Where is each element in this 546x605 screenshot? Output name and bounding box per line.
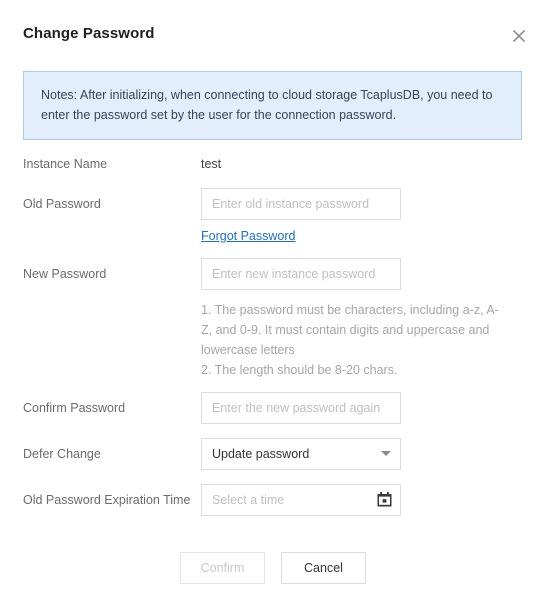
new-password-label: New Password (23, 267, 107, 281)
dialog-footer: Confirm Cancel (0, 552, 546, 584)
close-icon[interactable] (508, 25, 530, 47)
instance-name-label: Instance Name (23, 157, 108, 171)
instance-name-field: test (201, 148, 546, 180)
row-confirm-password: Confirm Password (0, 392, 546, 424)
calendar-icon[interactable] (377, 492, 392, 507)
password-hint-line-2: 2. The length should be 8-20 chars. (201, 363, 398, 377)
old-password-label: Old Password (23, 197, 101, 211)
confirm-button[interactable]: Confirm (180, 552, 265, 584)
notice-text: Notes: After initializing, when connecti… (41, 88, 493, 122)
defer-change-label: Defer Change (23, 447, 101, 461)
forgot-password-link[interactable]: Forgot Password (201, 229, 295, 243)
row-expiration-time: Old Password Expiration Time (0, 484, 546, 516)
expiration-time-picker[interactable] (201, 484, 401, 516)
password-hint-line-1: 1. The password must be characters, incl… (201, 303, 499, 357)
change-password-dialog: Change Password Notes: After initializin… (0, 0, 546, 605)
confirm-password-label: Confirm Password (23, 401, 126, 415)
confirm-password-field (201, 392, 546, 424)
row-instance-name: Instance Name test (0, 148, 546, 180)
old-password-input[interactable] (201, 188, 401, 220)
instance-name-value: test (201, 157, 222, 171)
form-body: Instance Name test Old Password Forgot P… (0, 148, 546, 516)
defer-change-select[interactable]: Update password (201, 438, 401, 470)
new-password-field: 1. The password must be characters, incl… (201, 258, 546, 380)
cancel-button[interactable]: Cancel (281, 552, 366, 584)
expiration-time-input[interactable] (201, 484, 401, 516)
page-title: Change Password (23, 25, 155, 42)
defer-change-selected-value: Update password (201, 438, 401, 470)
row-old-password: Old Password Forgot Password (0, 188, 546, 245)
expiration-time-field (201, 484, 546, 516)
row-new-password: New Password 1. The password must be cha… (0, 258, 546, 380)
old-password-field: Forgot Password (201, 188, 546, 245)
notice-banner: Notes: After initializing, when connecti… (23, 71, 522, 140)
expiration-time-label: Old Password Expiration Time (23, 493, 191, 507)
row-defer-change: Defer Change Update password (0, 438, 546, 470)
defer-change-field: Update password (201, 438, 546, 470)
new-password-input[interactable] (201, 258, 401, 290)
confirm-password-input[interactable] (201, 392, 401, 424)
dialog-header: Change Password (0, 0, 546, 62)
